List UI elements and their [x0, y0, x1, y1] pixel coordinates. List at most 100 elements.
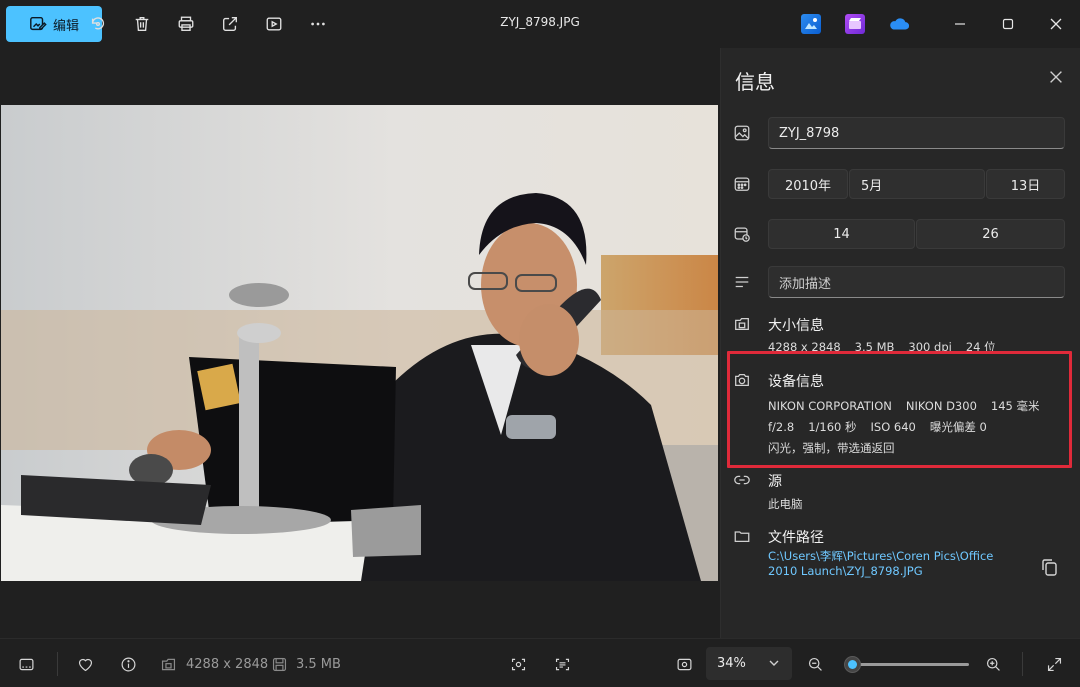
trash-icon: [135, 17, 149, 31]
heart-icon: [78, 658, 92, 671]
top-toolbar: 编辑 ZYJ_8798.JPG: [0, 0, 1080, 48]
date-month-value: 5月: [861, 178, 883, 194]
copy-path-button[interactable]: [1039, 557, 1061, 579]
delete-button[interactable]: [130, 12, 154, 36]
edit-label: 编辑: [52, 18, 79, 34]
clipchamp-app-icon[interactable]: [845, 14, 865, 34]
actual-size-button[interactable]: [674, 654, 694, 674]
size-info-heading: 大小信息: [768, 318, 824, 334]
camera-icon: [733, 371, 753, 391]
calendar-icon: [733, 175, 753, 195]
save-size-icon: [269, 654, 289, 674]
device-flash: 闪光，强制，带选通返回: [768, 441, 895, 455]
time-minute-value: 26: [982, 226, 999, 242]
device-exposure: 曝光偏差 0: [929, 420, 987, 434]
link-icon: [733, 471, 753, 491]
file-path-link-line-1[interactable]: C:\Users\李辉\Pictures\Coren Pics\Office: [768, 548, 993, 564]
more-button[interactable]: [306, 12, 330, 36]
zoom-out-button[interactable]: [805, 654, 825, 674]
text-scan-button[interactable]: [552, 654, 572, 674]
maximize-icon: [1002, 18, 1014, 30]
share-icon: [223, 17, 237, 31]
device-model: NIKON D300: [905, 399, 977, 413]
zoom-out-icon: [808, 657, 822, 671]
window-title: ZYJ_8798.JPG: [500, 15, 580, 29]
size-filesize: 3.5 MB: [854, 340, 895, 354]
size-dpi: 300 dpi: [908, 340, 952, 354]
fullscreen-button[interactable]: [1044, 654, 1064, 674]
designer-app-icon[interactable]: [801, 14, 821, 34]
zoom-slider-track[interactable]: [845, 663, 969, 666]
text-scan-icon: [555, 658, 569, 670]
time-hour-value: 14: [833, 226, 850, 242]
fit-screen-icon: [677, 658, 691, 670]
date-day-value: 13日: [1010, 178, 1041, 194]
size-info-icon: [733, 315, 753, 335]
info-panel-title: 信息: [735, 70, 775, 94]
description-input[interactable]: 添加描述: [768, 266, 1065, 298]
rotate-icon: [91, 17, 105, 30]
zoom-slider-thumb[interactable]: [843, 656, 861, 673]
separator: [57, 652, 58, 676]
share-button[interactable]: [218, 12, 242, 36]
maximize-button[interactable]: [996, 12, 1020, 36]
print-button[interactable]: [174, 12, 198, 36]
info-panel: 信息 ZYJ_8798 2010年 5月 13日 14 26 添加描述 大小信息: [720, 48, 1080, 638]
date-month-field[interactable]: 5月: [849, 169, 985, 199]
date-year-field[interactable]: 2010年: [768, 169, 848, 199]
visual-search-button[interactable]: [508, 654, 528, 674]
date-day-field[interactable]: 13日: [986, 169, 1065, 199]
source-value: 此电脑: [768, 497, 803, 511]
minimize-icon: [955, 23, 965, 25]
onedrive-icon[interactable]: [888, 14, 910, 34]
copy-icon: [1042, 559, 1057, 576]
size-info-details: 4288 x 2848 3.5 MB 300 dpi 24 位: [768, 339, 1010, 355]
filmstrip-button[interactable]: [16, 654, 36, 674]
bottom-status-bar: 4288 x 2848 3.5 MB 34%: [0, 638, 1080, 687]
rotate-button[interactable]: [86, 12, 110, 36]
slideshow-button[interactable]: [262, 12, 286, 36]
clock-calendar-icon: [733, 225, 753, 245]
separator: [1022, 652, 1023, 676]
status-filesize: 3.5 MB: [296, 657, 341, 672]
file-name-field[interactable]: ZYJ_8798: [768, 117, 1065, 149]
date-year-value: 2010年: [784, 178, 832, 194]
info-icon: [121, 657, 135, 671]
edit-image-icon: [30, 16, 47, 31]
close-info-panel-button[interactable]: [1047, 68, 1067, 88]
printer-icon: [178, 16, 194, 31]
scan-icon: [511, 658, 525, 670]
device-maker: NIKON CORPORATION: [768, 399, 892, 413]
device-info-line-2: f/2.8 1/160 秒 ISO 640 曝光偏差 0: [768, 419, 1001, 435]
zoom-in-icon: [986, 657, 1000, 671]
description-icon: [733, 273, 753, 293]
zoom-level-value: 34%: [717, 656, 746, 671]
device-iso: ISO 640: [870, 420, 916, 434]
filmstrip-icon: [19, 658, 33, 670]
device-info-line-1: NIKON CORPORATION NIKON D300 145 毫米: [768, 398, 1054, 414]
image-icon: [733, 124, 753, 144]
status-dimensions: 4288 x 2848: [186, 657, 269, 672]
chevron-down-icon: [769, 660, 779, 666]
time-minute-field[interactable]: 26: [916, 219, 1065, 249]
time-hour-field[interactable]: 14: [768, 219, 915, 249]
favorite-button[interactable]: [75, 654, 95, 674]
zoom-in-button[interactable]: [983, 654, 1003, 674]
close-icon: [1050, 18, 1062, 30]
file-path-link-line-2[interactable]: 2010 Launch\ZYJ_8798.JPG: [768, 564, 923, 578]
source-heading: 源: [768, 474, 782, 490]
zoom-level-dropdown[interactable]: 34%: [706, 647, 792, 680]
size-dimensions: 4288 x 2848: [768, 340, 841, 354]
play-icon: [266, 17, 282, 31]
more-icon: [311, 22, 325, 26]
close-window-button[interactable]: [1044, 12, 1068, 36]
file-name-value: ZYJ_8798: [779, 125, 840, 141]
dimensions-icon: [158, 654, 178, 674]
minimize-button[interactable]: [948, 12, 972, 36]
file-info-button[interactable]: [118, 654, 138, 674]
file-path-heading: 文件路径: [768, 530, 824, 546]
photo[interactable]: [1, 105, 718, 581]
folder-icon: [733, 527, 753, 547]
photo-viewer[interactable]: [0, 48, 720, 638]
size-bit-depth: 24 位: [965, 340, 996, 354]
